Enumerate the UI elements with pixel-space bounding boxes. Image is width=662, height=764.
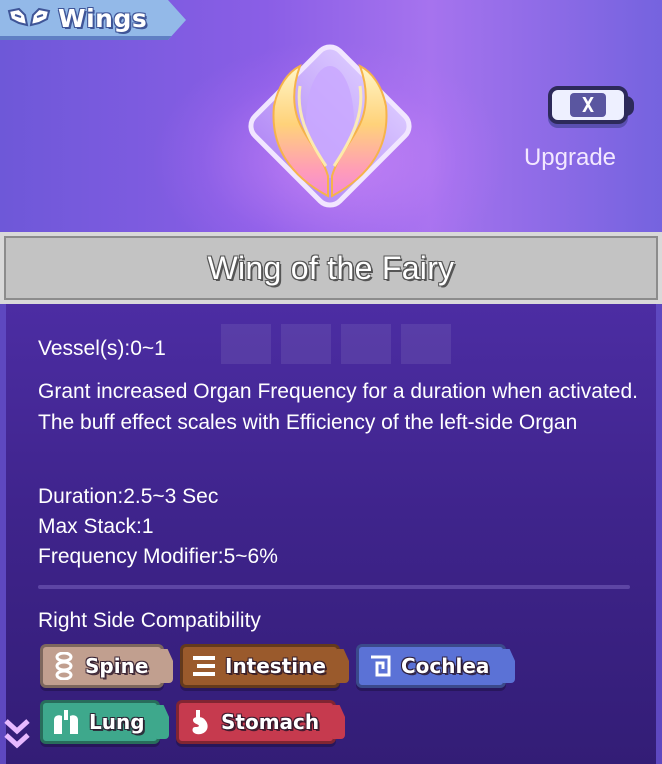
cochlea-icon — [367, 651, 393, 681]
intestine-icon — [191, 651, 217, 681]
close-button[interactable]: X — [548, 86, 634, 124]
section-divider — [38, 585, 630, 589]
stat-duration: Duration:2.5~3 Sec — [38, 485, 219, 508]
category-tab[interactable]: Wings — [0, 0, 186, 40]
item-title-bar: Wing of the Fairy — [0, 232, 662, 304]
tag-lung[interactable]: Lung — [40, 700, 160, 744]
tag-intestine[interactable]: Intestine — [180, 644, 340, 688]
watermark-glyph — [221, 324, 451, 364]
tag-cochlea[interactable]: Cochlea — [356, 644, 506, 688]
tag-label: Stomach — [221, 710, 320, 734]
compatibility-heading: Right Side Compatibility — [38, 609, 261, 632]
tag-spine[interactable]: Spine — [40, 644, 164, 688]
upgrade-link[interactable]: Upgrade — [500, 144, 640, 172]
item-title: Wing of the Fairy — [207, 249, 455, 286]
wings-icon — [6, 3, 52, 33]
item-description: Grant increased Organ Frequency for a du… — [38, 380, 638, 434]
double-chevron-down-icon — [4, 719, 30, 749]
vessel-count: Vessel(s):0~1 — [38, 337, 166, 360]
category-label: Wings — [58, 3, 148, 33]
stomach-icon — [187, 707, 213, 737]
item-header: Wings X Upgrade — [0, 0, 662, 232]
tag-label: Cochlea — [401, 654, 490, 678]
tag-label: Intestine — [225, 654, 326, 678]
item-detail-panel: Wings X Upgrade Wing of the Fairy Vessel… — [0, 0, 662, 764]
spine-icon — [51, 651, 77, 681]
stat-frequency-modifier: Frequency Modifier:5~6% — [38, 545, 278, 568]
tag-stomach[interactable]: Stomach — [176, 700, 336, 744]
close-icon: X — [570, 93, 606, 117]
lung-icon — [51, 707, 81, 737]
scroll-down-indicator[interactable] — [0, 708, 34, 764]
fairy-wing-icon — [230, 26, 430, 226]
tag-label: Spine — [85, 654, 149, 678]
stat-max-stack: Max Stack:1 — [38, 515, 154, 538]
tag-label: Lung — [89, 710, 145, 734]
item-description-panel: Vessel(s):0~1 Grant increased Organ Freq… — [0, 304, 662, 764]
